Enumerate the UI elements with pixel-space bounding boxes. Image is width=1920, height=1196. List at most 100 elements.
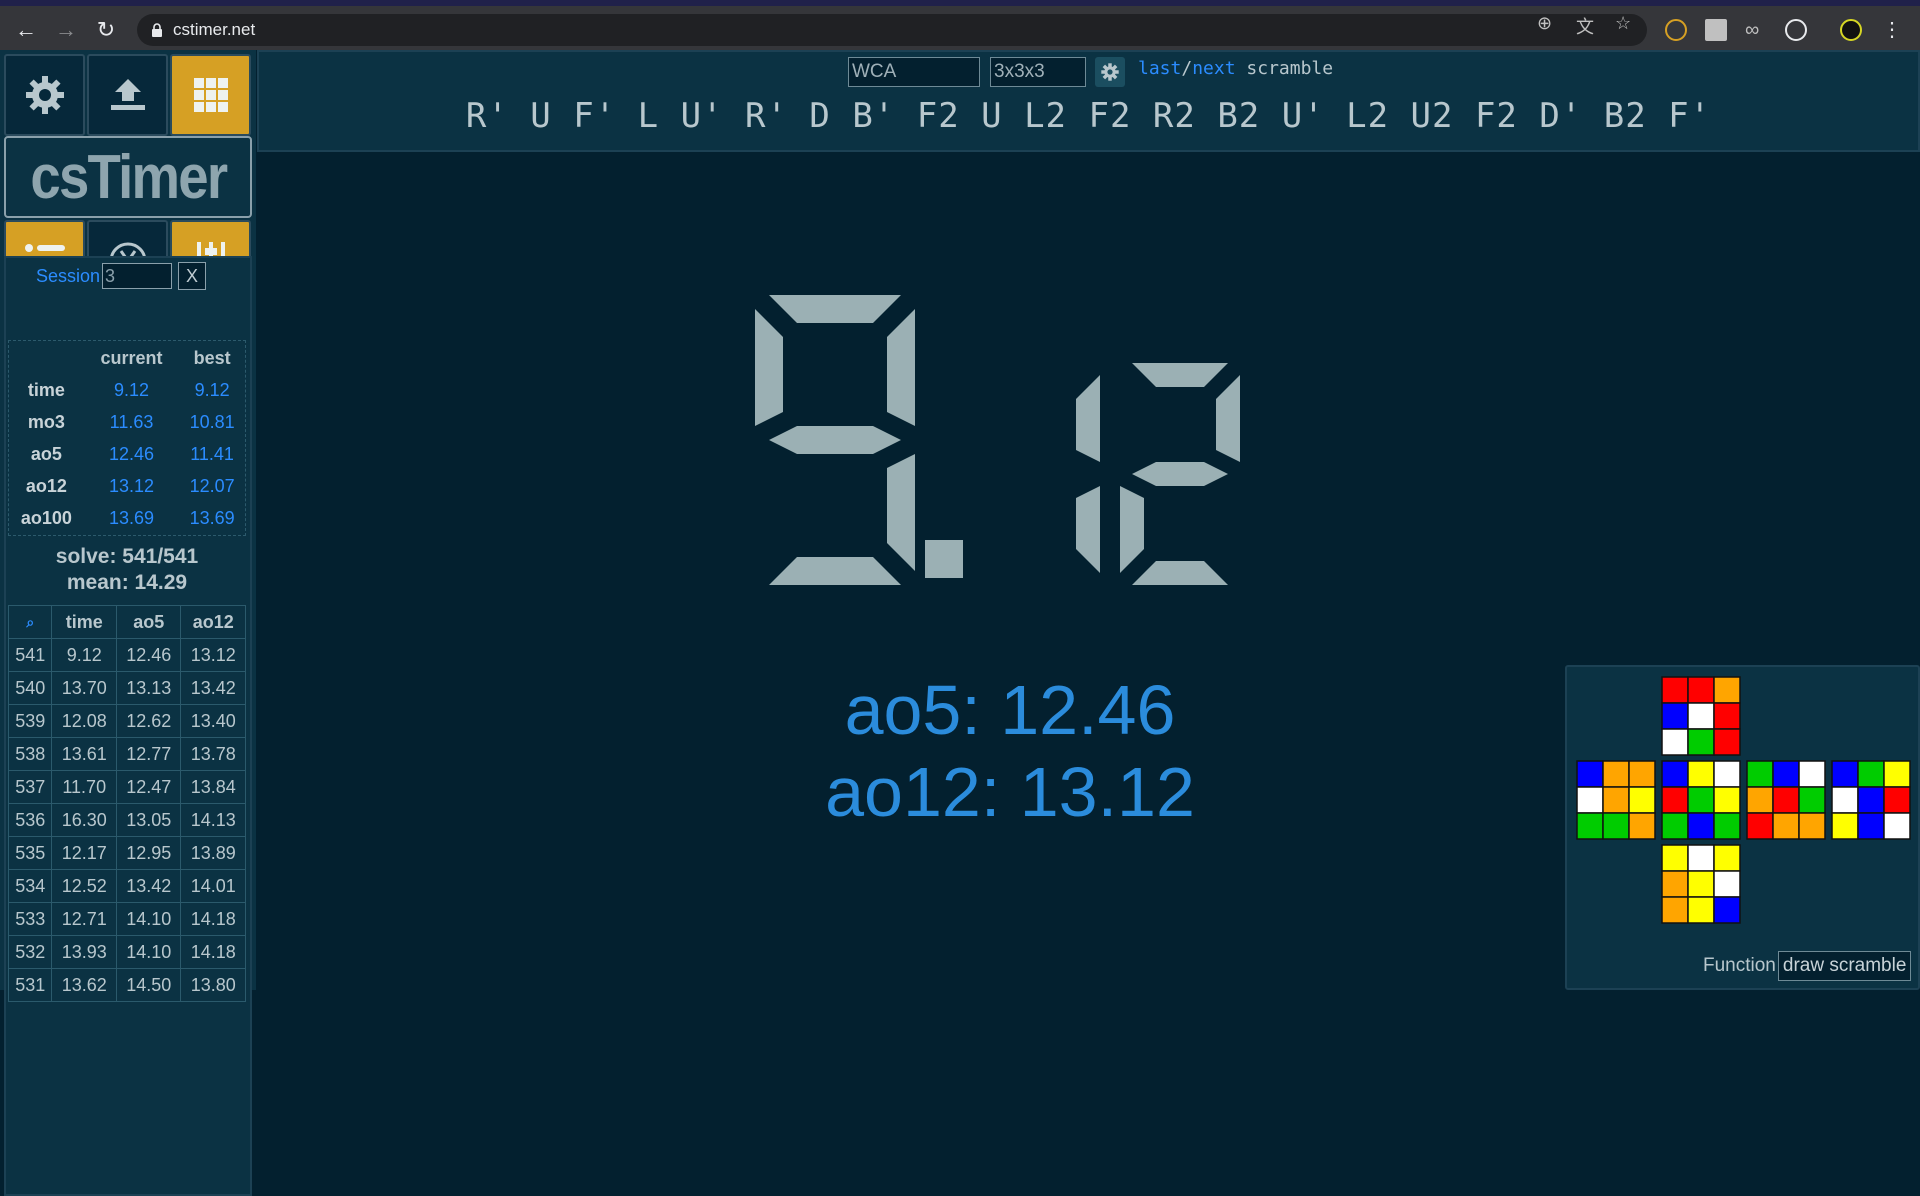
solve-ao5[interactable]: 12.77 <box>115 737 182 771</box>
cube-sticker <box>1831 812 1859 840</box>
solve-ao12[interactable]: 14.13 <box>180 803 246 837</box>
table-row[interactable]: 541 9.12 12.46 13.12 <box>7 638 246 672</box>
function-select[interactable]: draw scramble <box>1777 951 1912 981</box>
cube-sticker <box>1713 844 1741 872</box>
solve-time[interactable]: 13.70 <box>51 671 117 705</box>
table-row[interactable]: 534 12.52 13.42 14.01 <box>7 869 246 903</box>
solve-index: 534 <box>7 869 53 903</box>
stats-current[interactable]: 12.46 <box>85 438 178 470</box>
address-bar[interactable]: cstimer.net <box>137 14 1647 46</box>
cstimer-logo[interactable]: csTimer <box>4 136 252 218</box>
solve-index: 535 <box>7 836 53 870</box>
solve-time[interactable]: 13.93 <box>51 935 117 969</box>
solve-time[interactable]: 12.52 <box>51 869 117 903</box>
stats-current[interactable]: 11.63 <box>85 406 178 438</box>
solve-ao5[interactable]: 13.13 <box>115 671 182 705</box>
timer-segment <box>769 295 901 323</box>
solve-ao12[interactable]: 13.40 <box>180 704 246 738</box>
solve-ao12[interactable]: 14.18 <box>180 902 246 936</box>
solve-ao12[interactable]: 13.80 <box>180 968 246 1002</box>
back-icon[interactable]: ← <box>12 16 40 44</box>
cube-sticker <box>1798 786 1826 814</box>
timer-segment <box>1076 375 1100 462</box>
session-label[interactable]: Session <box>36 266 100 287</box>
scramble-type-select[interactable]: WCA <box>848 57 980 87</box>
scramble-text[interactable]: R' U F' L U' R' D B' F2 U L2 F2 R2 B2 U'… <box>257 96 1920 136</box>
solve-ao12[interactable]: 14.01 <box>180 869 246 903</box>
stats-best[interactable]: 13.69 <box>178 502 246 534</box>
solve-ao12[interactable]: 13.12 <box>180 638 246 672</box>
export-button[interactable] <box>87 54 168 136</box>
table-row[interactable]: 535 12.17 12.95 13.89 <box>7 836 246 870</box>
solve-ao5[interactable]: 12.46 <box>115 638 182 672</box>
table-row[interactable]: 532 13.93 14.10 14.18 <box>7 935 246 969</box>
solve-time[interactable]: 9.12 <box>51 638 117 672</box>
stats-best[interactable]: 9.12 <box>178 374 246 406</box>
solve-time[interactable]: 13.61 <box>51 737 117 771</box>
solve-time[interactable]: 13.62 <box>51 968 117 1002</box>
solve-ao5[interactable]: 14.10 <box>115 902 182 936</box>
cube-sticker <box>1746 760 1774 788</box>
timer-display[interactable] <box>755 295 1275 585</box>
profile-avatar[interactable] <box>1840 19 1862 41</box>
solve-ao12[interactable]: 14.18 <box>180 935 246 969</box>
stats-current[interactable]: 9.12 <box>85 374 178 406</box>
solve-time[interactable]: 12.71 <box>51 902 117 936</box>
solve-ao12[interactable]: 13.42 <box>180 671 246 705</box>
reload-icon[interactable]: ↻ <box>92 16 120 44</box>
table-row[interactable]: 531 13.62 14.50 13.80 <box>7 968 246 1002</box>
logo-text: csTimer <box>30 142 228 212</box>
menu-icon[interactable]: ⋮ <box>1878 16 1906 44</box>
times-table: ⌕ time ao5 ao12 541 9.12 12.46 13.12 540 13.7… <box>7 605 246 1002</box>
table-row[interactable]: 539 12.08 12.62 13.40 <box>7 704 246 738</box>
solve-ao5[interactable]: 14.10 <box>115 935 182 969</box>
settings-button[interactable] <box>4 54 85 136</box>
stats-best[interactable]: 10.81 <box>178 406 246 438</box>
translate-icon[interactable]: 文 <box>1576 13 1594 39</box>
forward-icon[interactable]: → <box>52 16 80 44</box>
solve-ao12[interactable]: 13.89 <box>180 836 246 870</box>
solve-time[interactable]: 11.70 <box>51 770 117 804</box>
table-row[interactable]: 538 13.61 12.77 13.78 <box>7 737 246 771</box>
cube-sticker <box>1602 786 1630 814</box>
solve-time[interactable]: 12.08 <box>51 704 117 738</box>
stats-best[interactable]: 11.41 <box>178 438 246 470</box>
solve-ao5[interactable]: 13.05 <box>115 803 182 837</box>
next-scramble-link[interactable]: next <box>1192 58 1235 79</box>
table-row[interactable]: 533 12.71 14.10 14.18 <box>7 902 246 936</box>
scramble-button[interactable] <box>170 54 251 136</box>
stats-current[interactable]: 13.12 <box>85 470 178 502</box>
solve-ao12[interactable]: 13.84 <box>180 770 246 804</box>
solve-ao5[interactable]: 14.50 <box>115 968 182 1002</box>
table-row[interactable]: 536 16.30 13.05 14.13 <box>7 803 246 837</box>
solve-ao5[interactable]: 12.62 <box>115 704 182 738</box>
cube-sticker <box>1576 760 1604 788</box>
solve-ao5[interactable]: 13.42 <box>115 869 182 903</box>
bookmark-star-icon[interactable]: ☆ <box>1615 13 1631 34</box>
session-close-button[interactable]: X <box>178 262 207 290</box>
table-row[interactable]: 537 11.70 12.47 13.84 <box>7 770 246 804</box>
table-row[interactable]: 540 13.70 13.13 13.42 <box>7 671 246 705</box>
search-icon[interactable]: ⌕ <box>7 605 53 639</box>
scramble-settings-button[interactable] <box>1095 57 1125 87</box>
puzzle-select[interactable]: 3x3x3 <box>990 57 1086 87</box>
cube-sticker <box>1661 786 1689 814</box>
timer-segment <box>887 309 915 426</box>
solve-ao5[interactable]: 12.47 <box>115 770 182 804</box>
solve-time[interactable]: 12.17 <box>51 836 117 870</box>
extension-2-icon[interactable] <box>1705 19 1727 41</box>
solve-time[interactable]: 16.30 <box>51 803 117 837</box>
last-scramble-link[interactable]: last <box>1138 58 1181 79</box>
zoom-icon[interactable]: ⊕ <box>1537 13 1552 34</box>
session-input[interactable] <box>102 263 173 289</box>
cube-net <box>1576 676 1911 924</box>
extension-3-icon[interactable]: ∞ <box>1745 19 1767 41</box>
solve-ao12[interactable]: 13.78 <box>180 737 246 771</box>
stats-best[interactable]: 12.07 <box>178 470 246 502</box>
extension-1-icon[interactable] <box>1665 19 1687 41</box>
stats-current[interactable]: 13.69 <box>85 502 178 534</box>
extension-4-icon[interactable] <box>1785 19 1807 41</box>
solve-ao5[interactable]: 12.95 <box>115 836 182 870</box>
ao5-readout: ao5: 12.46 <box>844 671 1176 749</box>
solve-index: 538 <box>7 737 53 771</box>
